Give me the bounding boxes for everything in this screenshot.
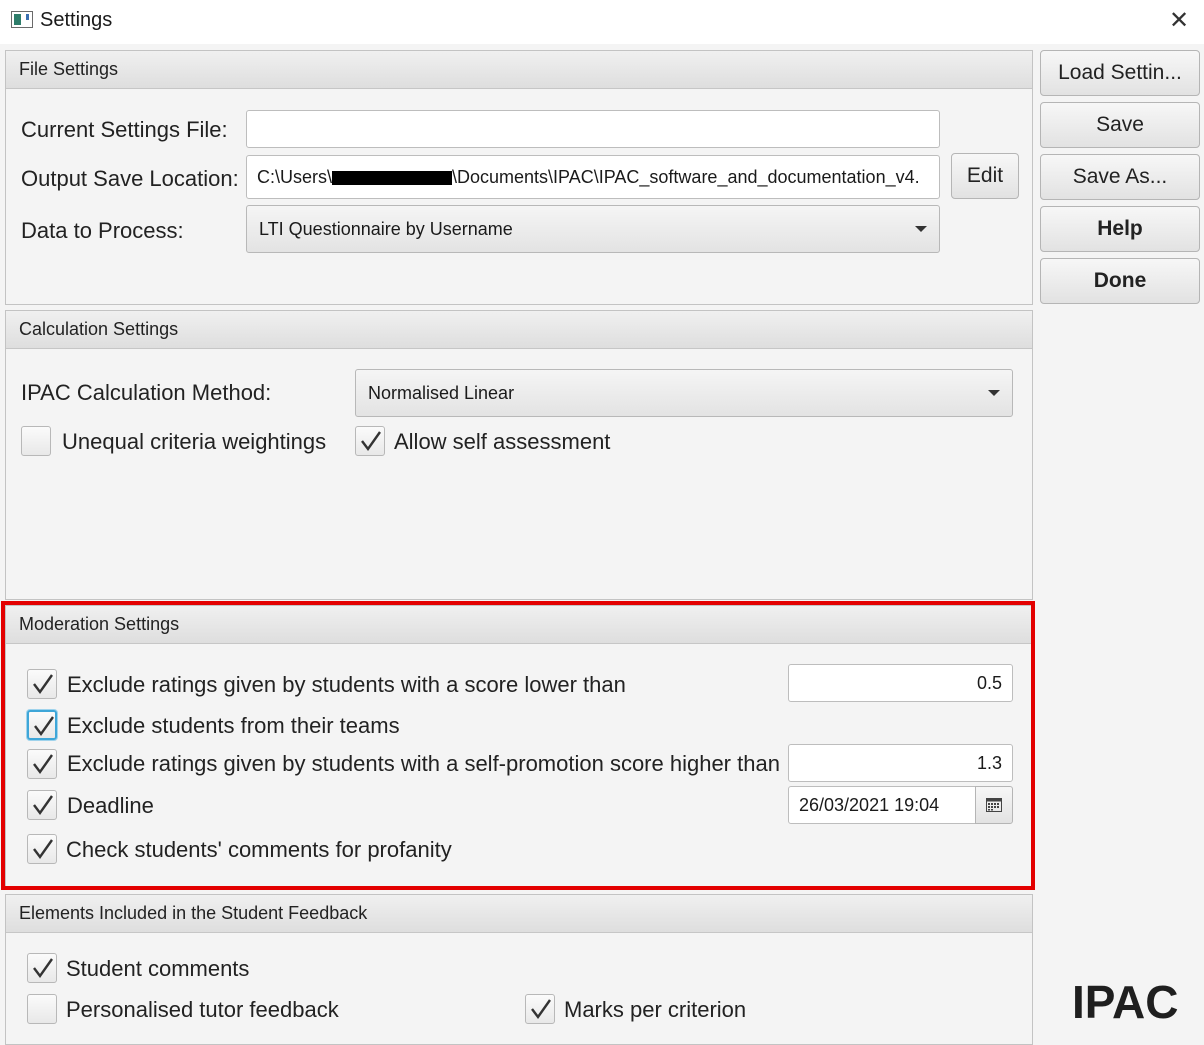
app-icon [11, 11, 33, 28]
check-icon [361, 431, 381, 452]
edit-button[interactable]: Edit [951, 153, 1019, 199]
load-settings-button[interactable]: Load Settin... [1040, 50, 1200, 96]
feedback-elements-header: Elements Included in the Student Feedbac… [6, 895, 1032, 933]
unequal-weightings-label: Unequal criteria weightings [62, 429, 327, 454]
ipac-logo: IPAC [1072, 976, 1179, 1028]
output-path-suffix: \Documents\IPAC\IPAC_software_and_docume… [452, 167, 920, 187]
data-to-process-select[interactable]: LTI Questionnaire by Username [246, 205, 940, 253]
close-icon[interactable]: ✕ [1166, 8, 1192, 34]
marks-per-criterion-checkbox[interactable] [525, 994, 555, 1024]
output-path-prefix: C:\Users\ [257, 167, 333, 187]
calculation-settings-panel: Calculation Settings IPAC Calculation Me… [5, 310, 1033, 600]
file-settings-header: File Settings [6, 51, 1032, 89]
save-button[interactable]: Save [1040, 102, 1200, 148]
current-settings-file-input[interactable] [246, 110, 940, 148]
calculation-method-value: Normalised Linear [368, 383, 515, 403]
student-comments-checkbox[interactable] [27, 953, 57, 983]
check-icon [531, 999, 551, 1020]
current-settings-file-label: Current Settings File: [21, 117, 228, 142]
marks-per-criterion-label: Marks per criterion [564, 997, 747, 1022]
data-to-process-label: Data to Process: [21, 218, 184, 243]
unequal-weightings-checkbox[interactable] [21, 426, 51, 456]
help-button[interactable]: Help [1040, 206, 1200, 252]
chevron-down-icon [915, 226, 927, 232]
title-bar: Settings ✕ [0, 0, 1204, 44]
save-as-button[interactable]: Save As... [1040, 154, 1200, 200]
chevron-down-icon [988, 390, 1000, 396]
calculation-settings-header: Calculation Settings [6, 311, 1032, 349]
feedback-elements-panel: Elements Included in the Student Feedbac… [5, 894, 1033, 1045]
output-save-location-label: Output Save Location: [21, 166, 239, 191]
self-assessment-checkbox[interactable] [355, 426, 385, 456]
highlight-box [1, 601, 1035, 890]
done-button[interactable]: Done [1040, 258, 1200, 304]
calculation-method-label: IPAC Calculation Method: [21, 380, 272, 405]
self-assessment-label: Allow self assessment [394, 429, 611, 454]
output-save-location-input[interactable]: C:\Users\ \Documents\IPAC\IPAC_software_a… [246, 155, 940, 199]
window-title: Settings [40, 9, 113, 31]
calculation-method-select[interactable]: Normalised Linear [355, 369, 1013, 417]
tutor-feedback-checkbox[interactable] [27, 994, 57, 1024]
data-to-process-value: LTI Questionnaire by Username [259, 219, 513, 239]
redacted-username [332, 171, 453, 186]
check-icon [33, 958, 53, 979]
tutor-feedback-label: Personalised tutor feedback [66, 997, 339, 1022]
student-comments-label: Student comments [66, 956, 250, 981]
file-settings-panel: File Settings Current Settings File: Out… [5, 50, 1033, 305]
